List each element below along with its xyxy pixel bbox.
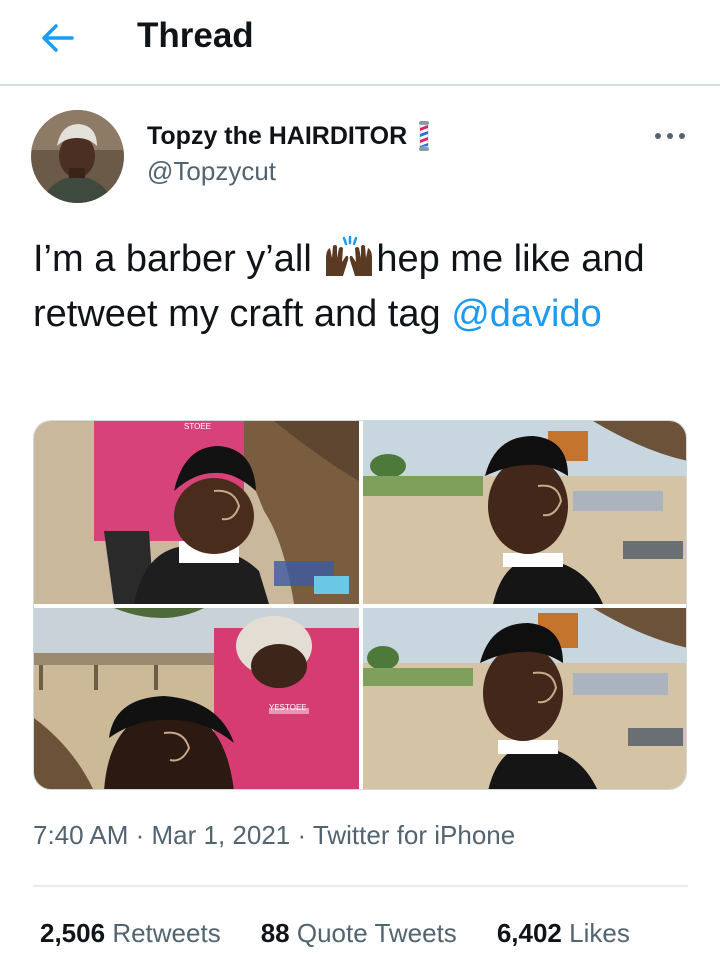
media-image-1[interactable]: STOEE [34,421,359,604]
divider [33,885,688,887]
back-arrow-icon[interactable] [38,20,78,56]
retweets-stat[interactable]: 2,506 Retweets [40,918,221,949]
tweet-text: I’m a barber y’all hep me like and retwe… [33,232,693,342]
likes-count: 6,402 [496,918,562,948]
mention-link[interactable]: @davido [451,293,602,335]
tweet-stats: 2,506 Retweets 88 Quote Tweets 6,402 Lik… [40,918,670,949]
likes-stat[interactable]: 6,402 Likes [497,918,630,949]
tweet-time[interactable]: 7:40 AM [33,820,128,850]
quotes-count: 88 [260,918,290,948]
barber-pole-icon [415,120,433,152]
retweets-count: 2,506 [40,918,106,948]
quotes-label: Quote Tweets [296,918,457,948]
handle[interactable]: @Topzycut [147,156,276,187]
page-title: Thread [137,16,254,55]
raising-hands-icon [322,234,376,276]
retweets-label: Retweets [112,918,221,948]
media-image-4[interactable] [363,608,686,789]
meta-separator: · [290,820,313,850]
quote-tweets-stat[interactable]: 88 Quote Tweets [261,918,457,949]
tweet-date[interactable]: Mar 1, 2021 [152,820,291,850]
display-name[interactable]: Topzy the HAIRDITOR [147,122,407,151]
more-options-icon[interactable] [652,122,688,150]
tweet-text-part1: I’m a barber y’all [33,238,323,280]
media-image-3[interactable]: YESTOEE [34,608,359,789]
likes-label: Likes [569,918,630,948]
author-name-row[interactable]: Topzy the HAIRDITOR [147,118,433,154]
media-image-2[interactable] [363,421,686,604]
avatar[interactable] [31,110,124,203]
tweet-source[interactable]: Twitter for iPhone [313,820,515,850]
thread-header: Thread [0,0,720,86]
tweet-metadata: 7:40 AM · Mar 1, 2021 · Twitter for iPho… [33,820,515,851]
image-1-shirt-text: STOEE [184,422,211,431]
media-grid: STOEE YESTOEE [33,420,687,790]
meta-separator: · [128,820,152,850]
image-3-shirt-text: YESTOEE [269,703,307,712]
